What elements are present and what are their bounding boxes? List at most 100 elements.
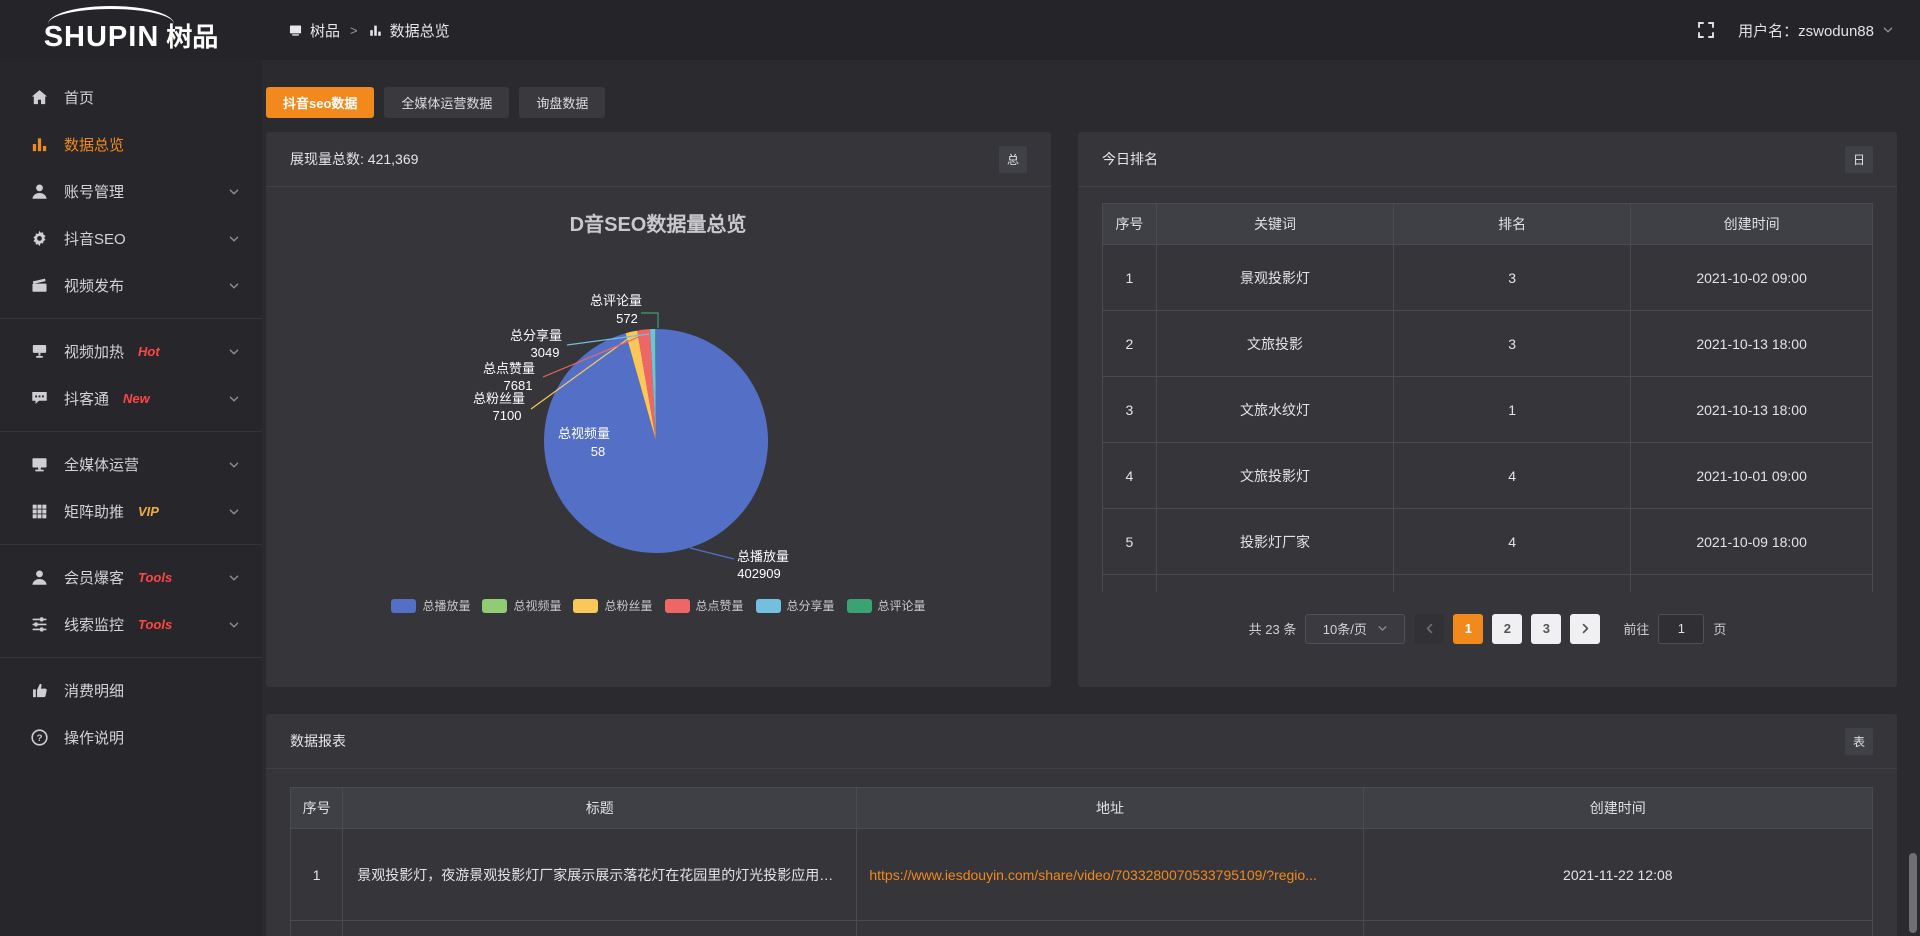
- sidebar-item-消费明细[interactable]: 消费明细: [0, 667, 262, 714]
- sidebar-item-label: 抖音SEO: [64, 228, 126, 249]
- sidebar-divider: [0, 431, 262, 432]
- breadcrumb-item[interactable]: 树品: [288, 20, 340, 41]
- sidebar-item-操作说明[interactable]: ? 操作说明: [0, 714, 262, 761]
- logo: SHUPIN 树品: [0, 7, 262, 54]
- tab-全媒体运营数据[interactable]: 全媒体运营数据: [384, 87, 509, 118]
- table-header-row: 序号关键词排名创建时间: [1103, 204, 1873, 245]
- table-cell: 2021-10-13 18:00: [1631, 311, 1873, 377]
- table-cell: 3: [1103, 377, 1157, 443]
- sidebar-item-会员爆客[interactable]: 会员爆客Tools: [0, 554, 262, 601]
- ranking-panel-title: 今日排名: [1102, 149, 1158, 169]
- next-page-button[interactable]: [1570, 614, 1600, 644]
- cell-url-link[interactable]: https://www.iesdouyin.com/share/video/70…: [857, 829, 1363, 921]
- table-cell: 2021-10-01 09:00: [1631, 443, 1873, 509]
- table-row-partial: [291, 921, 1873, 936]
- sidebar-item-label: 视频加热: [64, 341, 124, 362]
- ranking-panel: 今日排名 日 序号关键词排名创建时间 1景观投影灯32021-10-02 09:…: [1078, 132, 1897, 687]
- cell-time: 2021-11-22 12:08: [1363, 829, 1872, 921]
- legend-label: 总评论量: [878, 597, 926, 614]
- legend-item-总点赞量[interactable]: 总点赞量: [665, 597, 744, 614]
- legend-label: 总播放量: [422, 597, 470, 614]
- goto-page-input[interactable]: [1658, 614, 1704, 644]
- sidebar-item-线索监控[interactable]: 线索监控Tools: [0, 601, 262, 648]
- user-icon: [30, 182, 49, 201]
- chevron-down-icon: [228, 186, 240, 198]
- table-cell: 3: [1394, 245, 1631, 311]
- sidebar-item-首页[interactable]: 首页: [0, 74, 262, 121]
- legend-item-总粉丝量[interactable]: 总粉丝量: [573, 597, 652, 614]
- sidebar-item-矩阵助推[interactable]: 矩阵助推VIP: [0, 488, 262, 535]
- sidebar-item-视频加热[interactable]: 视频加热Hot: [0, 328, 262, 375]
- column-header-排名: 排名: [1394, 204, 1631, 245]
- table-cell: [857, 921, 1363, 936]
- sidebar-badge-Tools: Tools: [138, 570, 172, 585]
- data-tabs: 抖音seo数据全媒体运营数据询盘数据: [266, 87, 1897, 118]
- sidebar-item-全媒体运营[interactable]: 全媒体运营: [0, 441, 262, 488]
- legend-swatch: [482, 599, 507, 613]
- prev-page-button[interactable]: [1414, 614, 1444, 644]
- table-row: 1景观投影灯，夜游景观投影灯厂家展示展示落花灯在花园里的灯光投影应用效果 #ht…: [291, 829, 1873, 921]
- sidebar-item-数据总览[interactable]: 数据总览: [0, 121, 262, 168]
- table-cell: [343, 921, 857, 936]
- legend-item-总评论量[interactable]: 总评论量: [847, 597, 926, 614]
- legend-label: 总分享量: [787, 597, 835, 614]
- breadcrumb-separator: >: [350, 23, 358, 38]
- legend-item-总视频量[interactable]: 总视频量: [482, 597, 561, 614]
- user-dropdown[interactable]: 用户名：zswodun88: [1738, 20, 1894, 41]
- pie-chart: D音SEO数据量总览总播放量402909总视频量58总粉丝量7100总点赞量76…: [266, 187, 1051, 687]
- sidebar-item-账号管理[interactable]: 账号管理: [0, 168, 262, 215]
- page-button-2[interactable]: 2: [1492, 614, 1522, 644]
- tab-抖音seo数据[interactable]: 抖音seo数据: [266, 87, 374, 118]
- column-header-标题: 标题: [343, 788, 857, 829]
- table-cell: 1: [1394, 377, 1631, 443]
- overview-total-button[interactable]: 总: [999, 146, 1027, 173]
- sidebar-badge-New: New: [123, 391, 150, 406]
- logo-text-en: SHUPIN: [44, 21, 160, 54]
- ranking-day-button[interactable]: 日: [1845, 146, 1873, 173]
- pie-label-value: 572: [616, 311, 638, 326]
- screen-push-icon: [30, 342, 49, 361]
- sidebar-item-label: 线索监控: [64, 614, 124, 635]
- legend-label: 总点赞量: [696, 597, 744, 614]
- chevron-down-icon: [228, 393, 240, 405]
- page-button-1[interactable]: 1: [1453, 614, 1483, 644]
- chevron-down-icon: [228, 346, 240, 358]
- breadcrumb-item[interactable]: 数据总览: [368, 20, 450, 41]
- logo-arc: [48, 6, 174, 24]
- question-icon: ?: [30, 728, 49, 747]
- report-table: 序号标题地址创建时间 1景观投影灯，夜游景观投影灯厂家展示展示落花灯在花园里的灯…: [290, 787, 1873, 936]
- sidebar-item-视频发布[interactable]: 视频发布: [0, 262, 262, 309]
- report-table-button[interactable]: 表: [1845, 728, 1873, 755]
- sidebar-item-label: 操作说明: [64, 727, 124, 748]
- legend-swatch: [665, 599, 690, 613]
- page-size-select[interactable]: 10条/页: [1305, 614, 1405, 644]
- legend-swatch: [573, 599, 598, 613]
- sidebar-item-label: 消费明细: [64, 680, 124, 701]
- chevron-down-icon: [228, 459, 240, 471]
- sidebar-item-label: 全媒体运营: [64, 454, 139, 475]
- sidebar-item-label: 账号管理: [64, 181, 124, 202]
- label-line: [690, 548, 734, 559]
- pie-label-name: 总点赞量: [483, 361, 535, 376]
- logo-text-cn: 树品: [166, 17, 218, 54]
- table-cell: [1363, 921, 1872, 936]
- legend-item-总播放量[interactable]: 总播放量: [391, 597, 470, 614]
- legend-item-总分享量[interactable]: 总分享量: [756, 597, 835, 614]
- sidebar-item-抖音SEO[interactable]: 抖音SEO: [0, 215, 262, 262]
- tab-询盘数据[interactable]: 询盘数据: [519, 87, 605, 118]
- page-button-3[interactable]: 3: [1531, 614, 1561, 644]
- legend-swatch: [756, 599, 781, 613]
- pie-label-value: 7681: [504, 378, 533, 393]
- legend-label: 总视频量: [513, 597, 561, 614]
- pie-label-name: 总视频量: [558, 426, 610, 441]
- table-cell: 2021-10-02 09:00: [1631, 245, 1873, 311]
- table-row: 2文旅投影32021-10-13 18:00: [1103, 311, 1873, 377]
- gear-icon: [30, 229, 49, 248]
- table-row: 5投影灯厂家42021-10-09 18:00: [1103, 509, 1873, 575]
- sidebar-item-抖客通[interactable]: 抖客通New: [0, 375, 262, 422]
- video-publish-icon: [30, 276, 49, 295]
- scrollbar-thumb[interactable]: [1909, 853, 1917, 933]
- table-cell: 投影灯厂家: [1156, 509, 1393, 575]
- fullscreen-icon[interactable]: [1696, 20, 1716, 40]
- monitor-icon: [30, 455, 49, 474]
